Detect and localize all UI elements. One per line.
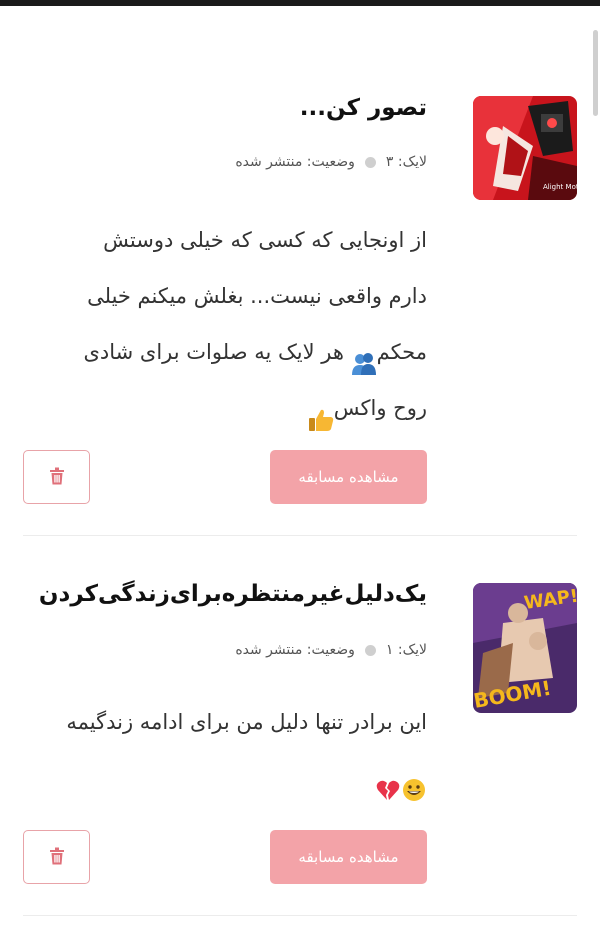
delete-button[interactable]: [23, 450, 90, 504]
post-title: یک‌دلیل‌غیرمنتظره‌برای‌زندگی‌کردن: [38, 581, 427, 607]
likes-count: لایک: ۳: [385, 154, 427, 170]
body-line: [37, 750, 427, 806]
grinning-emoji: [401, 767, 427, 801]
body-line: محکم هر لایک یه صلوات برای شادی: [37, 324, 427, 380]
body-line: روح واکس: [37, 380, 427, 436]
post-card: Alight Motion تصور کن... لایک: ۳ وضعیت: …: [0, 0, 600, 536]
view-contest-button[interactable]: مشاهده مسابقه: [270, 830, 427, 884]
card-divider: [23, 915, 577, 916]
separator-dot: [364, 644, 376, 656]
delete-button[interactable]: [23, 830, 90, 884]
body-fragment: روح واکس: [333, 396, 427, 420]
body-line: از اونجایی که کسی که خیلی دوستش: [103, 228, 427, 252]
post-thumbnail[interactable]: WAP! BOOM!: [473, 583, 577, 713]
post-thumbnail[interactable]: Alight Motion: [473, 96, 577, 200]
status-text: وضعیت: منتشر شده: [235, 154, 355, 170]
view-contest-button[interactable]: مشاهده مسابقه: [270, 450, 427, 504]
trash-icon: [49, 847, 65, 868]
body-fragment: هر لایک یه صلوات برای شادی: [83, 340, 351, 364]
hugging-people-emoji: [351, 341, 377, 375]
body-fragment: محکم: [376, 340, 427, 364]
post-body: از اونجایی که کسی که خیلی دوستش دارم واق…: [37, 212, 427, 436]
status-text: وضعیت: منتشر شده: [235, 642, 355, 658]
thumbs-up-emoji: [308, 397, 334, 431]
likes-count: لایک: ۱: [385, 642, 427, 658]
post-body: این برادر تنها دلیل من برای ادامه زندگیم…: [37, 694, 427, 806]
broken-heart-emoji: [375, 767, 401, 800]
post-meta: لایک: ۳ وضعیت: منتشر شده: [235, 154, 427, 170]
trash-icon: [49, 467, 65, 488]
post-meta: لایک: ۱ وضعیت: منتشر شده: [235, 642, 427, 658]
thumb-watermark: Alight Motion: [543, 183, 577, 191]
post-card: WAP! BOOM! یک‌دلیل‌غیرمنتظره‌برای‌زندگی‌…: [0, 536, 600, 916]
body-line: این برادر تنها دلیل من برای ادامه زندگیم…: [66, 710, 427, 734]
separator-dot: [364, 156, 376, 168]
body-line: دارم واقعی نیست... بغلش میکنم خیلی: [87, 284, 427, 308]
post-title: تصور کن...: [299, 95, 427, 121]
